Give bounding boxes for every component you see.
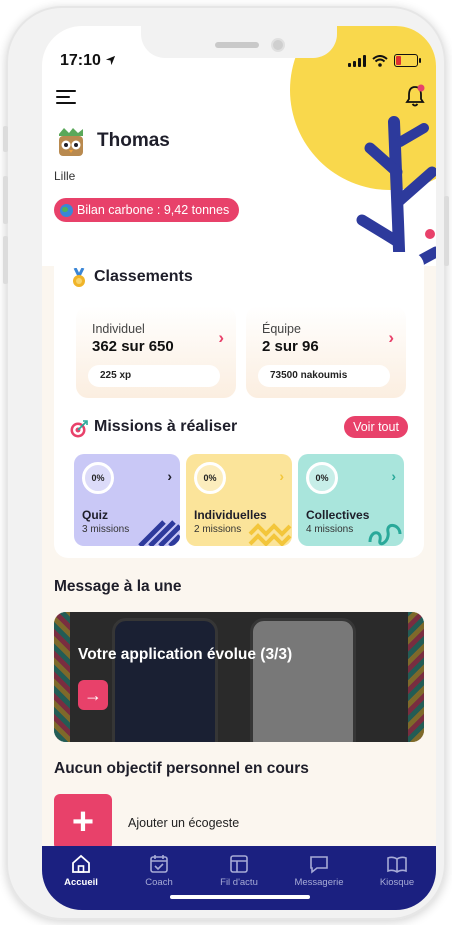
tab-label: Messagerie <box>294 877 344 888</box>
news-icon <box>230 855 248 873</box>
phone-frame: 17:10 Thomas Lille Bilan carbone: 9,42 … <box>3 6 449 920</box>
mission-card-individual[interactable]: 0% › Individuelles 2 missions <box>186 454 292 546</box>
mission-subtitle: 4 missions <box>306 524 354 535</box>
tab-label: Fil d'actu <box>220 877 258 888</box>
chevron-right-icon: › <box>388 328 394 347</box>
missions-title: Missions à réaliser <box>94 418 238 435</box>
home-icon <box>72 854 90 873</box>
add-ecogesture-button[interactable]: + <box>54 794 112 850</box>
mission-progress: 0% <box>82 462 114 494</box>
stripes-decoration <box>138 520 180 546</box>
volume-up-button <box>3 176 8 224</box>
mission-subtitle: 3 missions <box>82 524 130 535</box>
tab-messagerie[interactable]: Messagerie <box>280 854 358 888</box>
silent-switch <box>3 126 8 152</box>
globe-icon <box>60 203 73 217</box>
app-screen: 17:10 Thomas Lille Bilan carbone: 9,42 … <box>42 26 436 910</box>
status-time: 17:10 <box>60 52 116 70</box>
signal-icon <box>348 54 366 67</box>
mission-subtitle: 2 missions <box>194 524 242 535</box>
power-button <box>444 196 449 266</box>
rank-team-label: Équipe <box>262 322 301 336</box>
featured-heading: Message à la une <box>54 578 182 595</box>
rank-card-individual[interactable]: Individuel 362 sur 650 › 225 xp <box>76 306 236 398</box>
rankings-title: Classements <box>94 268 193 285</box>
user-city: Lille <box>54 169 76 183</box>
chevron-right-icon: › <box>391 468 396 484</box>
phone-notch <box>141 26 337 58</box>
plus-icon: + <box>71 801 95 843</box>
rank-individual-label: Individuel <box>92 322 145 336</box>
tab-label: Accueil <box>64 877 98 888</box>
battery-icon <box>394 54 421 67</box>
owl-avatar <box>59 128 83 156</box>
speaker-grille <box>215 42 259 48</box>
chevron-right-icon: › <box>167 468 172 484</box>
rank-card-team[interactable]: Équipe 2 sur 96 › 73500 nakoumis <box>246 306 406 398</box>
tab-kiosque[interactable]: Kiosque <box>358 854 436 888</box>
tab-label: Coach <box>145 877 173 888</box>
tab-accueil[interactable]: Accueil <box>42 854 120 888</box>
home-indicator[interactable] <box>170 895 310 899</box>
squiggle-decoration <box>368 524 402 546</box>
chevron-right-icon: › <box>279 468 284 484</box>
arrow-right-icon[interactable]: → <box>78 680 108 710</box>
bottom-tab-bar: Accueil Coach Fil d'actu Messagerie Kios… <box>42 846 436 910</box>
objectives-heading: Aucun objectif personnel en cours <box>54 760 309 777</box>
book-icon <box>387 856 407 873</box>
tab-fil-actu[interactable]: Fil d'actu <box>200 854 278 888</box>
bell-icon[interactable] <box>404 84 426 108</box>
banner-overlay <box>54 612 424 742</box>
wifi-icon <box>372 54 388 67</box>
carbon-badge-label: Bilan carbone : 9,42 tonnes <box>77 203 230 217</box>
dashboard-card: Classements Individuel 362 sur 650 › 225… <box>54 252 424 558</box>
status-icons <box>348 54 421 67</box>
chevron-right-icon: › <box>218 328 224 347</box>
rank-individual-value: 362 sur 650 <box>92 338 174 355</box>
zigzag-decoration <box>248 523 292 546</box>
mission-card-collective[interactable]: 0% › Collectives 4 missions <box>298 454 404 546</box>
menu-icon[interactable] <box>56 88 78 106</box>
mission-progress: 0% <box>194 462 226 494</box>
mission-title: Quiz <box>82 508 108 522</box>
mission-card-quiz[interactable]: 0% › Quiz 3 missions <box>74 454 180 546</box>
rank-individual-pill: 225 xp <box>88 365 220 387</box>
chat-icon <box>310 856 328 874</box>
banner-title: Votre application évolue (3/3) <box>78 646 293 663</box>
carbon-footprint-badge[interactable]: Bilan carbone : 9,42 tonnes <box>54 198 240 222</box>
see-all-button[interactable]: Voir tout <box>344 416 408 438</box>
mission-progress: 0% <box>306 462 338 494</box>
tab-label: Kiosque <box>379 877 415 888</box>
medal-icon <box>73 268 85 287</box>
tab-coach[interactable]: Coach <box>120 854 198 888</box>
target-icon <box>70 420 88 438</box>
user-name: Thomas <box>97 130 170 151</box>
calendar-check-icon <box>150 855 168 873</box>
featured-banner[interactable]: Votre application évolue (3/3) → <box>54 612 424 742</box>
mission-title: Collectives <box>306 508 370 522</box>
camera-icon <box>271 38 285 52</box>
volume-down-button <box>3 236 8 284</box>
rank-team-value: 2 sur 96 <box>262 338 319 355</box>
rank-team-pill: 73500 nakoumis <box>258 365 390 387</box>
add-ecogesture-label[interactable]: Ajouter un écogeste <box>128 816 239 830</box>
location-arrow-icon <box>106 56 116 66</box>
